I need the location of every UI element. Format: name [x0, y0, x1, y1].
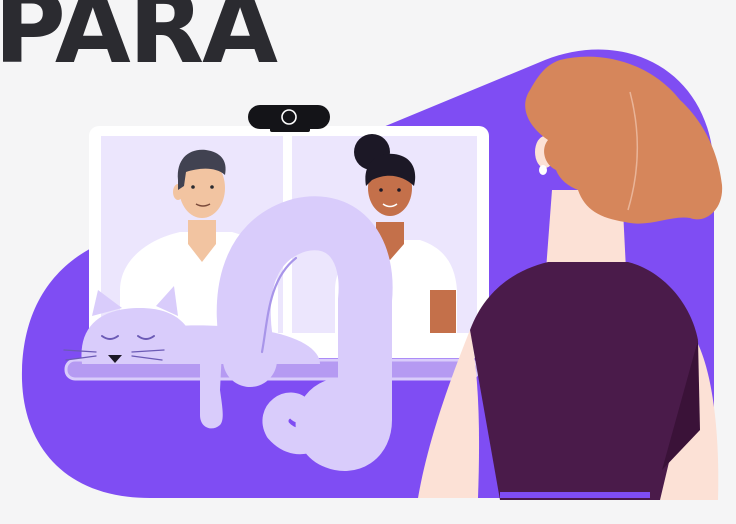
webcam-icon [248, 105, 330, 132]
headline-text: PARA [0, 0, 278, 86]
video-call-illustration: PARA [0, 0, 723, 500]
